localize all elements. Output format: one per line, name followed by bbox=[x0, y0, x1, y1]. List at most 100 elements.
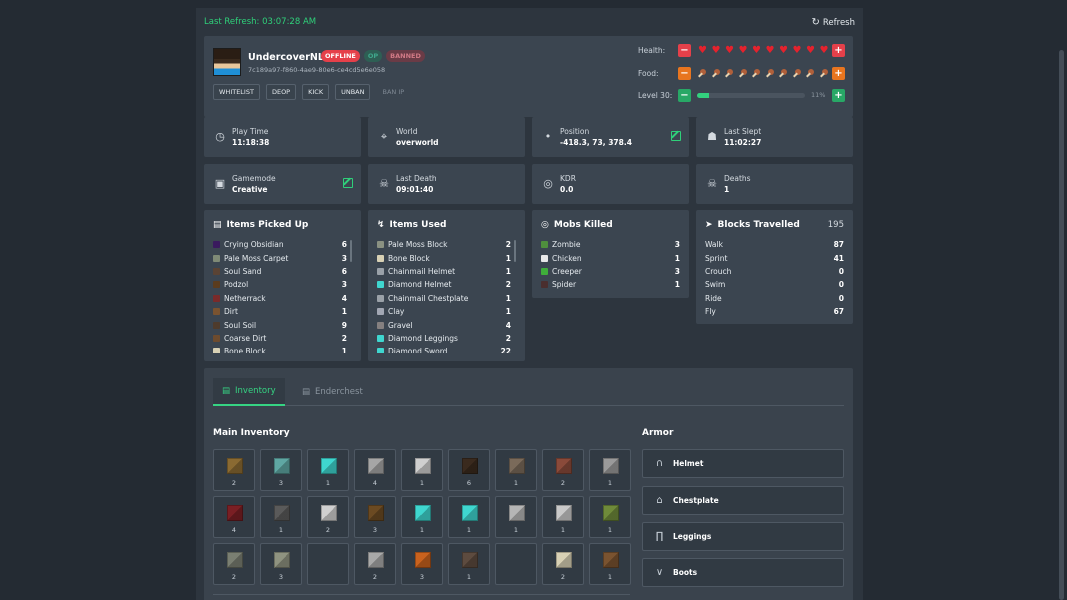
list-item: Chainmail Chestplate 1 bbox=[377, 292, 511, 305]
armor-slot-helmet[interactable]: ∩ Helmet bbox=[642, 449, 844, 478]
inventory-slot[interactable]: 1 bbox=[542, 496, 584, 538]
player-page: Last Refresh: 03:07:28 AM ↻ Refresh Unde… bbox=[196, 8, 863, 600]
refresh-button[interactable]: ↻ Refresh bbox=[812, 17, 856, 28]
chestplate-icon: ⌂ bbox=[656, 495, 663, 506]
mobs-killed-card: ◎ Mobs Killed Zombie 3 Chicken 1 Creeper 3 Spi… bbox=[532, 210, 689, 298]
item-icon bbox=[377, 348, 384, 353]
items-picked-title-text: Items Picked Up bbox=[226, 220, 309, 230]
inventory-slot[interactable]: 3 bbox=[401, 543, 443, 585]
armor-slot-boots[interactable]: ∨ Boots bbox=[642, 558, 844, 587]
bolt-icon: ↯ bbox=[377, 220, 385, 230]
inventory-slot[interactable]: 2 bbox=[542, 543, 584, 585]
refresh-label: Refresh bbox=[822, 17, 855, 28]
list-item: Coarse Dirt 2 bbox=[213, 332, 347, 345]
inventory-slot[interactable]: 2 bbox=[307, 496, 349, 538]
inventory-slot[interactable]: 1 bbox=[307, 449, 349, 491]
tab-enderchest[interactable]: ▤ Enderchest bbox=[293, 378, 372, 406]
list-item-name: Soul Soil bbox=[224, 320, 257, 330]
item-icon bbox=[377, 267, 384, 275]
offline-badge: OFFLINE bbox=[321, 50, 360, 62]
inventory-slot[interactable]: 1 bbox=[448, 496, 490, 538]
inventory-slot[interactable]: 1 bbox=[495, 449, 537, 491]
items-picked-scrollbar[interactable] bbox=[350, 240, 352, 262]
item-icon bbox=[603, 458, 619, 474]
items-used-list[interactable]: Pale Moss Block 2 Bone Block 1 Chainmail Hel… bbox=[377, 238, 511, 353]
ban-ip-button[interactable]: BAN IP bbox=[376, 84, 410, 100]
health-minus-button[interactable]: − bbox=[678, 44, 691, 57]
food-minus-button[interactable]: − bbox=[678, 67, 691, 80]
crosshair-icon: ◎ bbox=[541, 220, 549, 230]
blocks-travelled-title: ➤ Blocks Travelled bbox=[705, 220, 800, 230]
whitelist-button[interactable]: WHITELIST bbox=[213, 84, 260, 100]
list-item: Dirt 1 bbox=[213, 305, 347, 318]
edit-gamemode-icon[interactable] bbox=[343, 178, 353, 188]
deop-button[interactable]: DEOP bbox=[265, 84, 297, 100]
lastslept-card: ☗ Last Slept 11:02:27 bbox=[696, 117, 853, 157]
armor-slot-chestplate[interactable]: ⌂ Chestplate bbox=[642, 486, 844, 515]
items-picked-list[interactable]: Crying Obsidian 6 Pale Moss Carpet 3 Soul Sa… bbox=[213, 238, 347, 353]
inventory-slot[interactable] bbox=[495, 543, 537, 585]
slot-count: 1 bbox=[607, 526, 613, 534]
inventory-slot[interactable]: 1 bbox=[448, 543, 490, 585]
health-plus-button[interactable]: + bbox=[832, 44, 845, 57]
drumstick-icon bbox=[751, 68, 762, 79]
hotbar-divider bbox=[213, 594, 630, 595]
item-icon bbox=[227, 458, 243, 474]
slot-count: 3 bbox=[278, 573, 284, 581]
list-item-name: Diamond Leggings bbox=[388, 333, 458, 343]
inventory-slot[interactable]: 4 bbox=[213, 496, 255, 538]
skull-icon: ☠ bbox=[707, 177, 717, 190]
list-item-name: Bone Block bbox=[388, 253, 430, 263]
list-item-value: 3 bbox=[674, 266, 680, 276]
item-icon bbox=[227, 505, 243, 521]
list-item-name: Swim bbox=[705, 280, 726, 290]
level-plus-button[interactable]: + bbox=[832, 89, 845, 102]
drumstick-icon bbox=[792, 68, 803, 79]
inventory-slot[interactable]: 3 bbox=[260, 543, 302, 585]
skull-crossbones-icon: ☠ bbox=[379, 177, 389, 190]
item-icon bbox=[462, 552, 478, 568]
slot-count: 4 bbox=[231, 526, 237, 534]
item-icon bbox=[274, 505, 290, 521]
list-item-value: 0 bbox=[838, 293, 844, 303]
inventory-slot[interactable]: 1 bbox=[589, 449, 631, 491]
heart-icon: ♥ bbox=[725, 45, 734, 56]
inventory-slot[interactable]: 4 bbox=[354, 449, 396, 491]
list-item-value: 1 bbox=[505, 266, 511, 276]
inventory-slot[interactable] bbox=[307, 543, 349, 585]
item-icon bbox=[377, 294, 384, 302]
inventory-slot[interactable]: 6 bbox=[448, 449, 490, 491]
list-item-name: Gravel bbox=[388, 320, 413, 330]
list-item-value: 1 bbox=[341, 347, 347, 353]
kick-button[interactable]: KICK bbox=[302, 84, 330, 100]
inventory-slot[interactable]: 1 bbox=[401, 449, 443, 491]
blocks-travelled-title-text: Blocks Travelled bbox=[717, 220, 800, 230]
slot-count: 1 bbox=[466, 573, 472, 581]
item-icon bbox=[368, 458, 384, 474]
inventory-slot[interactable]: 1 bbox=[495, 496, 537, 538]
inventory-slot[interactable]: 1 bbox=[589, 543, 631, 585]
gamemode-value: Creative bbox=[232, 185, 268, 194]
tab-inventory[interactable]: ▤ Inventory bbox=[213, 378, 285, 406]
edit-position-icon[interactable] bbox=[671, 131, 681, 141]
items-used-scrollbar[interactable] bbox=[514, 240, 516, 262]
inventory-slot[interactable]: 2 bbox=[213, 449, 255, 491]
position-value: -418.3, 73, 378.4 bbox=[560, 138, 632, 147]
inventory-slot[interactable]: 1 bbox=[589, 496, 631, 538]
drumstick-icon bbox=[711, 68, 722, 79]
armor-slot-leggings[interactable]: ∏ Leggings bbox=[642, 522, 844, 551]
page-scrollbar[interactable] bbox=[1059, 50, 1064, 600]
level-minus-button[interactable]: − bbox=[678, 89, 691, 102]
inventory-slot[interactable]: 3 bbox=[354, 496, 396, 538]
inventory-slot[interactable]: 2 bbox=[542, 449, 584, 491]
inventory-slot[interactable]: 2 bbox=[213, 543, 255, 585]
unban-button[interactable]: UNBAN bbox=[335, 84, 371, 100]
inventory-slot[interactable]: 1 bbox=[260, 496, 302, 538]
slot-count: 6 bbox=[466, 479, 472, 487]
lastslept-label: Last Slept bbox=[724, 127, 762, 136]
food-plus-button[interactable]: + bbox=[832, 67, 845, 80]
inventory-slot[interactable]: 1 bbox=[401, 496, 443, 538]
inventory-slot[interactable]: 2 bbox=[354, 543, 396, 585]
inventory-slot[interactable]: 3 bbox=[260, 449, 302, 491]
list-item-name: Zombie bbox=[552, 240, 581, 250]
